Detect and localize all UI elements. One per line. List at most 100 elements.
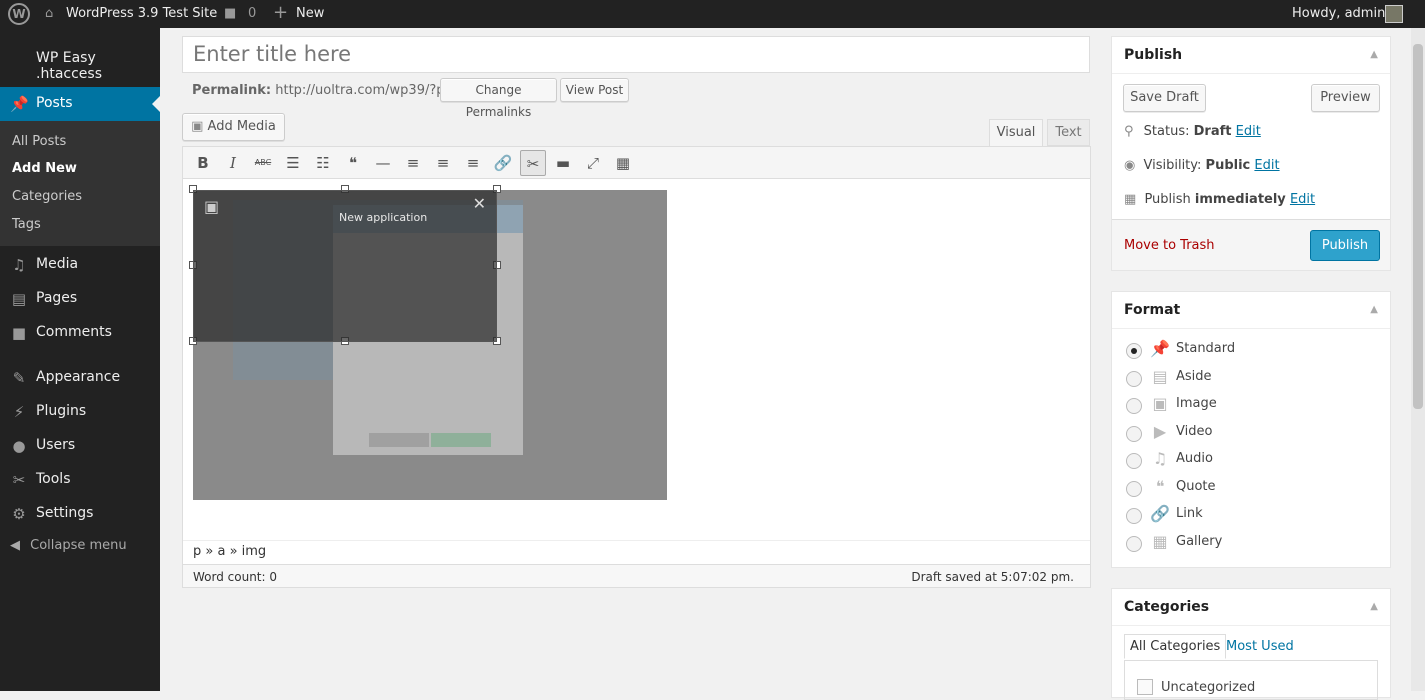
align-center-button[interactable]: ≡ <box>430 150 456 176</box>
move-to-trash-link[interactable]: Move to Trash <box>1124 238 1215 253</box>
embedded-image[interactable]: New application ▣ ✕ <box>193 190 667 500</box>
link-button[interactable]: 🔗 <box>490 150 516 176</box>
submenu-tags[interactable]: Tags <box>12 217 41 232</box>
menu-posts[interactable]: 📌 Posts <box>0 87 160 121</box>
submenu-add-new[interactable]: Add New <box>12 161 77 176</box>
category-checkbox[interactable] <box>1137 679 1153 695</box>
category-label: Uncategorized <box>1161 680 1256 695</box>
format-label: Video <box>1176 423 1213 439</box>
more-button[interactable]: ▬ <box>550 150 576 176</box>
publish-button[interactable]: Publish <box>1310 230 1380 261</box>
collapse-arrow-icon[interactable]: ▲ <box>1370 49 1378 60</box>
permalink-row: Permalink: http://uoltra.com/wp39/?p=7 <box>192 83 464 98</box>
scrollbar-thumb[interactable] <box>1413 44 1423 409</box>
view-post-button[interactable]: View Post <box>560 78 629 102</box>
format-heading: Format <box>1124 302 1181 318</box>
collapse-menu-button[interactable]: ◀ Collapse menu <box>10 538 127 553</box>
edit-status-link[interactable]: Edit <box>1236 124 1261 139</box>
kitchen-sink-button[interactable]: ▦ <box>610 150 636 176</box>
calendar-icon: ▦ <box>1124 192 1137 207</box>
format-radio[interactable] <box>1126 425 1142 442</box>
tab-all-categories[interactable]: All Categories <box>1124 634 1227 659</box>
wordpress-logo-icon[interactable]: W <box>8 3 30 25</box>
appearance-icon: ✎ <box>12 369 26 387</box>
format-label: Aside <box>1176 368 1212 384</box>
fullscreen-icon: ⤢ <box>586 154 599 172</box>
format-option-quote[interactable]: ❝ Quote <box>1126 477 1376 501</box>
menu-media[interactable]: ♫ Media <box>0 248 160 282</box>
new-link[interactable]: New <box>296 6 324 21</box>
comments-count[interactable]: 0 <box>248 6 256 21</box>
format-radio[interactable] <box>1126 453 1142 469</box>
tab-most-used[interactable]: Most Used <box>1226 639 1294 654</box>
collapse-label: Collapse menu <box>30 538 127 553</box>
format-radio[interactable] <box>1126 343 1142 359</box>
align-left-button[interactable]: ≡ <box>400 150 426 176</box>
howdy-link[interactable]: Howdy, admin <box>1292 6 1385 21</box>
format-radio[interactable] <box>1126 480 1142 497</box>
element-path: p » a » img <box>183 540 1090 564</box>
image-edit-icon[interactable]: ▣ <box>204 197 219 216</box>
format-option-gallery[interactable]: ▦ Gallery <box>1126 532 1376 556</box>
title-input[interactable]: Enter title here <box>182 36 1090 73</box>
plugin-menu-item[interactable]: WP Easy .htaccess <box>36 50 160 82</box>
format-radio[interactable] <box>1126 508 1142 524</box>
menu-users[interactable]: ● Users <box>0 429 160 463</box>
change-permalinks-button[interactable]: Change Permalinks <box>440 78 557 119</box>
strikethrough-button[interactable]: ABC <box>250 150 276 176</box>
submenu-all-posts[interactable]: All Posts <box>12 134 66 149</box>
bullet-list-button[interactable]: ☰ <box>280 150 306 176</box>
menu-appearance[interactable]: ✎ Appearance <box>0 361 160 395</box>
format-radio[interactable] <box>1126 535 1142 552</box>
numbered-list-button[interactable]: ☷ <box>310 150 336 176</box>
save-draft-button[interactable]: Save Draft <box>1123 84 1206 112</box>
scrollbar[interactable] <box>1411 28 1425 691</box>
publish-time-label: Publish <box>1144 192 1191 207</box>
menu-tools[interactable]: ✂ Tools <box>0 463 160 497</box>
add-media-button[interactable]: ▣ Add Media <box>182 113 285 141</box>
word-count: Word count: 0 <box>193 570 278 584</box>
editor-content[interactable]: New application ▣ ✕ <box>183 179 1090 540</box>
menu-pages[interactable]: ▤ Pages <box>0 282 160 316</box>
horizontal-rule-button[interactable]: — <box>370 150 396 176</box>
fullscreen-button[interactable]: ⤢ <box>580 150 606 176</box>
blockquote-icon: ❝ <box>348 154 358 172</box>
numbered-list-icon: ☷ <box>316 154 330 172</box>
collapse-arrow-icon[interactable]: ▲ <box>1370 601 1378 612</box>
format-radio[interactable] <box>1126 398 1142 414</box>
menu-settings[interactable]: ⚙ Settings <box>0 497 160 531</box>
collapse-arrow-icon[interactable]: ▲ <box>1370 304 1378 315</box>
pin-icon: 📌 <box>10 95 29 113</box>
format-option-audio[interactable]: ♫ Audio <box>1126 449 1376 473</box>
unlink-button[interactable]: ✂ <box>520 150 546 176</box>
preview-button[interactable]: Preview <box>1311 84 1380 112</box>
edit-publish-time-link[interactable]: Edit <box>1290 192 1315 207</box>
site-name-link[interactable]: WordPress 3.9 Test Site <box>66 6 217 21</box>
menu-label: Comments <box>36 324 112 340</box>
format-option-aside[interactable]: ▤ Aside <box>1126 367 1376 391</box>
format-radio[interactable] <box>1126 370 1142 387</box>
permalink-url[interactable]: http://uoltra.com/wp39/?p=7 <box>275 83 463 98</box>
format-option-standard[interactable]: 📌 Standard <box>1126 339 1376 363</box>
align-left-icon: ≡ <box>406 154 420 172</box>
image-remove-icon[interactable]: ✕ <box>473 194 486 213</box>
align-right-button[interactable]: ≡ <box>460 150 486 176</box>
menu-comments[interactable]: ■ Comments <box>0 316 160 350</box>
menu-plugins[interactable]: ⚡ Plugins <box>0 395 160 429</box>
settings-icon: ⚙ <box>12 505 26 523</box>
tab-visual[interactable]: Visual <box>989 119 1043 147</box>
submenu-categories[interactable]: Categories <box>12 189 82 204</box>
tab-text[interactable]: Text <box>1047 119 1090 146</box>
format-option-video[interactable]: ▶ Video <box>1126 422 1376 446</box>
visibility-row: ◉ Visibility: Public Edit <box>1124 158 1280 173</box>
edit-visibility-link[interactable]: Edit <box>1254 158 1279 173</box>
italic-button[interactable]: I <box>220 150 246 176</box>
blockquote-button[interactable]: ❝ <box>340 150 366 176</box>
italic-icon: I <box>230 154 236 172</box>
status-value: Draft <box>1193 124 1232 139</box>
avatar[interactable] <box>1385 5 1403 23</box>
bold-icon: B <box>197 154 209 172</box>
format-option-link[interactable]: 🔗 Link <box>1126 504 1376 528</box>
format-option-image[interactable]: ▣ Image <box>1126 394 1376 418</box>
bold-button[interactable]: B <box>190 150 216 176</box>
